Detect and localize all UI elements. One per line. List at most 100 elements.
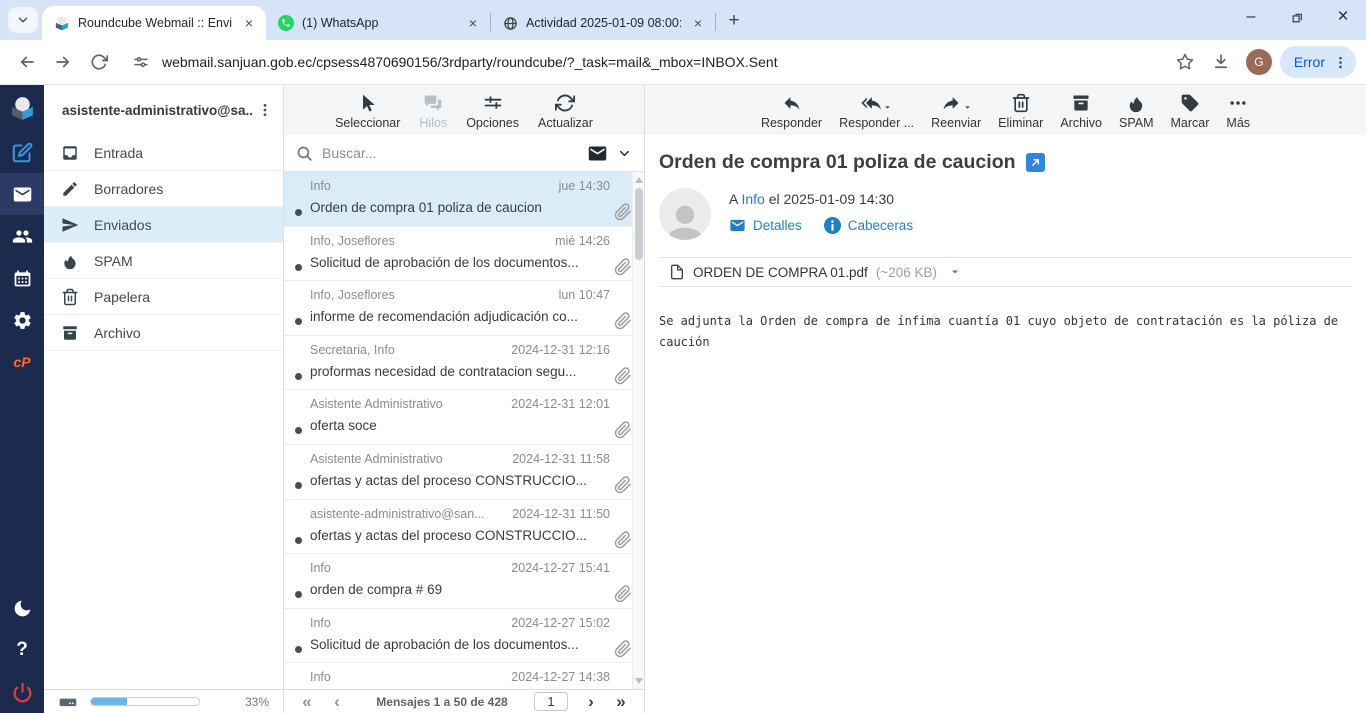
threads-button[interactable]: Hilos (419, 91, 447, 130)
more-button[interactable]: Más (1226, 91, 1250, 130)
account-header: asistente-administrativo@sa... (44, 85, 283, 135)
forward-icon[interactable] (46, 45, 80, 79)
msg-sender: asistente-administrativo@san... (310, 507, 485, 521)
tab-close-icon[interactable]: × (240, 14, 258, 32)
message-row[interactable]: Info2024-12-27 15:02 Solicitud de aproba… (284, 609, 644, 664)
back-icon[interactable] (10, 45, 44, 79)
dropdown-caret-icon[interactable] (963, 103, 972, 112)
msg-date: 2024-12-31 12:16 (511, 343, 610, 357)
delete-button[interactable]: Eliminar (998, 91, 1043, 130)
kebab-icon (257, 102, 273, 118)
folder-item-spam[interactable]: SPAM (44, 243, 283, 279)
message-row[interactable]: Asistente Administrativo2024-12-31 12:01… (284, 390, 644, 445)
next-page-button[interactable]: › (578, 692, 604, 712)
message-row[interactable]: Info2024-12-27 15:41 orden de compra # 6… (284, 554, 644, 609)
reload-icon[interactable] (82, 45, 116, 79)
paper-plane-icon (61, 216, 79, 234)
download-icon[interactable] (1204, 45, 1238, 79)
message-row[interactable]: Asistente Administrativo2024-12-31 11:58… (284, 445, 644, 500)
chevron-down-icon[interactable] (617, 146, 632, 161)
calendar-icon (12, 268, 33, 289)
refresh-button[interactable]: Actualizar (538, 91, 593, 130)
folder-item-borradores[interactable]: Borradores (44, 171, 283, 207)
page-number-input[interactable] (534, 692, 568, 711)
tab-roundcube[interactable]: Roundcube Webmail :: Enviados × (42, 6, 266, 40)
tab-whatsapp[interactable]: (1) WhatsApp × (266, 6, 490, 40)
scroll-down-icon[interactable] (635, 678, 643, 684)
folder-item-enviados[interactable]: Enviados (44, 207, 283, 243)
bookmark-star-icon[interactable] (1168, 45, 1202, 79)
last-page-button[interactable]: » (608, 692, 634, 712)
message-row[interactable]: asistente-administrativo@san...2024-12-3… (284, 500, 644, 555)
details-toggle[interactable]: Detalles (729, 217, 802, 234)
mark-button[interactable]: Marcar (1171, 91, 1210, 130)
compose-button[interactable] (0, 131, 44, 173)
rail-item-cpanel[interactable]: cP (0, 341, 44, 383)
message-date: el 2025-01-09 14:30 (769, 191, 894, 207)
dropdown-caret-icon[interactable] (883, 103, 892, 112)
message-row[interactable]: Info2024-12-27 14:38 (284, 663, 644, 689)
reply-all-button[interactable]: Responder ... (839, 91, 914, 130)
message-row[interactable]: Info, Josefloreslun 10:47 informe de rec… (284, 281, 644, 336)
help-button[interactable]: ? (0, 629, 44, 671)
search-scope-envelope-icon[interactable] (587, 143, 608, 164)
rail-item-mail[interactable] (0, 173, 44, 215)
msg-date: jue 14:30 (559, 179, 610, 193)
message-row[interactable]: Infojue 14:30 Orden de compra 01 poliza … (284, 172, 644, 227)
folder-label: Papelera (94, 289, 150, 305)
quota-percent: 33% (245, 695, 269, 709)
message-meta: A Info el 2025-01-09 14:30 Detalles Cabe… (659, 188, 1352, 240)
minimize-button[interactable]: – (1228, 0, 1274, 34)
url-field[interactable]: webmail.sanjuan.gob.ec/cpsess4870690156/… (158, 54, 1166, 70)
search-input[interactable] (322, 145, 578, 161)
folder-options-button[interactable] (253, 98, 277, 122)
prev-page-button[interactable]: ‹ (324, 692, 350, 712)
folder-item-papelera[interactable]: Papelera (44, 279, 283, 315)
message-body: Se adjunta la Orden de compra de ínfima … (659, 311, 1352, 353)
rail-item-settings[interactable] (0, 299, 44, 341)
msg-date: 2024-12-31 12:01 (511, 397, 610, 411)
tab-search-button[interactable] (8, 7, 38, 33)
msg-subject: ofertas y actas del proceso CONSTRUCCIO.… (310, 473, 610, 488)
sender-avatar (659, 188, 711, 240)
list-scrollbar[interactable] (632, 172, 644, 689)
headers-toggle[interactable]: Cabeceras (824, 217, 913, 234)
reply-button[interactable]: Responder (761, 91, 822, 130)
archive-button[interactable]: Archivo (1060, 91, 1102, 130)
message-row[interactable]: Secretaria, Info2024-12-31 12:16 proform… (284, 336, 644, 391)
options-button[interactable]: Opciones (466, 91, 519, 130)
spam-button[interactable]: SPAM (1119, 91, 1154, 130)
trash-icon (61, 288, 79, 306)
first-page-button[interactable]: « (294, 692, 320, 712)
close-window-button[interactable]: × (1320, 0, 1366, 34)
scroll-up-icon[interactable] (635, 177, 643, 183)
recipient-link[interactable]: Info (741, 191, 764, 207)
forward-button[interactable]: Reenviar (931, 91, 981, 130)
rail-item-calendar[interactable] (0, 257, 44, 299)
profile-avatar[interactable]: G (1246, 49, 1272, 75)
folder-item-archivo[interactable]: Archivo (44, 315, 283, 351)
error-menu-button[interactable]: Error (1280, 46, 1356, 78)
site-info-icon[interactable] (126, 47, 156, 77)
message-row[interactable]: Info, Josefloresmié 14:26 Solicitud de a… (284, 227, 644, 282)
dark-mode-button[interactable] (0, 587, 44, 629)
select-button[interactable]: Seleccionar (335, 91, 400, 130)
new-tab-button[interactable]: + (720, 7, 748, 35)
tab-close-icon[interactable]: × (689, 14, 707, 32)
globe-icon (503, 16, 518, 31)
msg-date: mié 14:26 (555, 234, 610, 248)
account-email: asistente-administrativo@sa... (62, 103, 253, 118)
scrollbar-thumb[interactable] (635, 188, 643, 260)
folder-item-entrada[interactable]: Entrada (44, 135, 283, 171)
attachment-row[interactable]: ORDEN DE COMPRA 01.pdf (~206 KB) (659, 257, 1352, 287)
flame-icon (61, 252, 79, 270)
roundcube-logo[interactable] (9, 94, 36, 121)
tab-close-icon[interactable]: × (464, 14, 482, 32)
attachment-caret-icon[interactable] (949, 266, 961, 278)
restore-button[interactable] (1274, 0, 1320, 34)
paperclip-icon (614, 640, 632, 658)
tab-actividad[interactable]: Actividad 2025-01-09 08:00:00 × (491, 6, 715, 40)
open-in-new-window-icon[interactable] (1026, 153, 1045, 172)
rail-item-contacts[interactable] (0, 215, 44, 257)
logout-button[interactable] (0, 671, 44, 713)
